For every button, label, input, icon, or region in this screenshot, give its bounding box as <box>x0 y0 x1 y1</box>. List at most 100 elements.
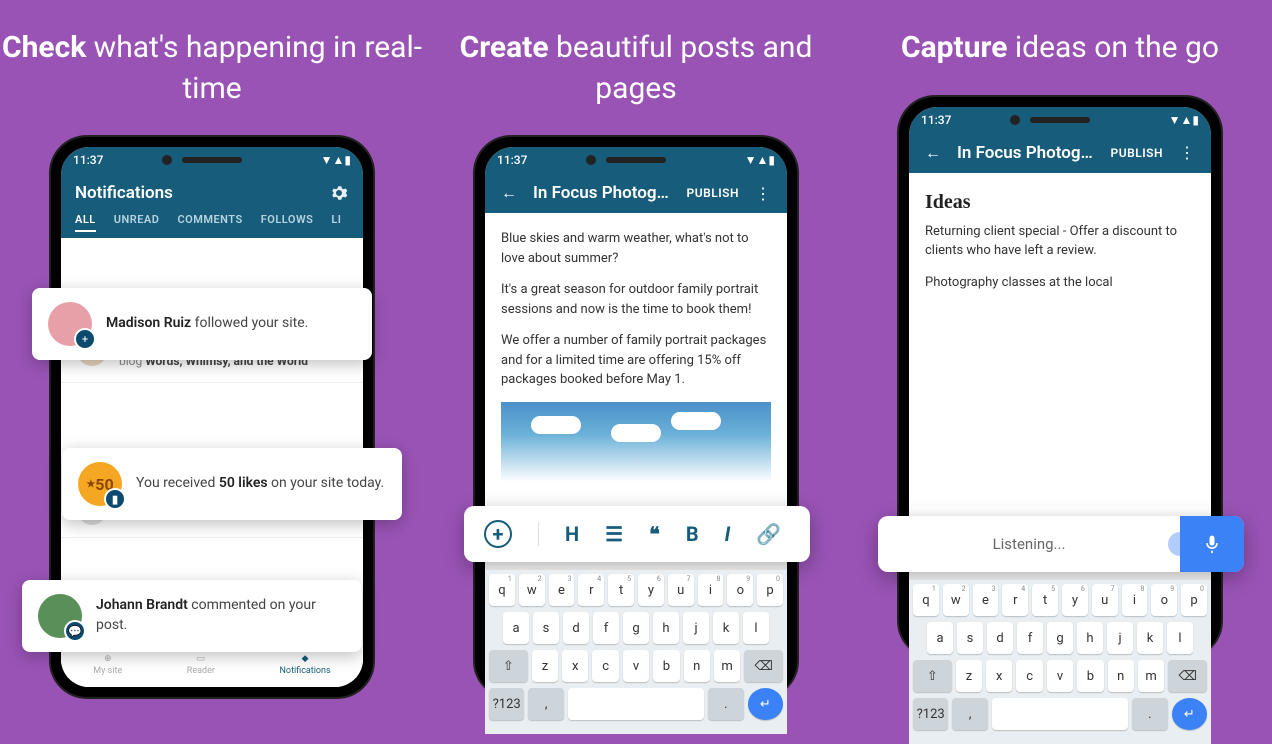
key[interactable]: q1 <box>489 574 515 606</box>
tab-all[interactable]: ALL <box>75 213 96 232</box>
key[interactable]: x <box>986 660 1012 692</box>
key[interactable]: o9 <box>1151 584 1177 616</box>
key[interactable]: u7 <box>1092 584 1118 616</box>
key[interactable]: t5 <box>608 574 634 606</box>
key[interactable]: z <box>956 660 982 692</box>
enter-key[interactable]: ↵ <box>1172 698 1207 730</box>
nav-mysite[interactable]: ⊕My site <box>93 654 122 676</box>
notification-card[interactable]: + Madison Ruiz followed your site. <box>32 288 372 360</box>
space-key[interactable] <box>568 688 704 720</box>
key[interactable]: g <box>1047 622 1073 654</box>
nav-reader[interactable]: ▭Reader <box>187 654 215 676</box>
post-body[interactable]: Returning client special - Offer a disco… <box>909 222 1211 321</box>
shift-key[interactable]: ⇧ <box>913 660 952 692</box>
key[interactable]: m <box>1138 660 1164 692</box>
tab-comments[interactable]: COMMENTS <box>177 213 242 232</box>
backspace-key[interactable]: ⌫ <box>744 650 783 682</box>
tab-likes[interactable]: LI <box>331 213 341 232</box>
key[interactable]: h <box>653 612 679 644</box>
key[interactable]: b <box>653 650 679 682</box>
post-body[interactable]: Blue skies and warm weather, what's not … <box>485 213 787 498</box>
key[interactable]: w2 <box>943 584 969 616</box>
key[interactable]: g <box>623 612 649 644</box>
key[interactable]: s <box>957 622 983 654</box>
key[interactable]: l <box>743 612 769 644</box>
key[interactable]: p0 <box>1181 584 1207 616</box>
key[interactable]: c <box>592 650 618 682</box>
key[interactable]: y6 <box>1062 584 1088 616</box>
back-icon[interactable]: ← <box>923 143 943 163</box>
key[interactable]: m <box>714 650 740 682</box>
key[interactable]: a <box>503 612 529 644</box>
notification-card[interactable]: 💬 Johann Brandt commented on your post. <box>22 580 362 652</box>
key[interactable]: p0 <box>757 574 783 606</box>
key[interactable]: z <box>532 650 558 682</box>
nav-notifications[interactable]: ◆Notifications <box>280 654 331 676</box>
key[interactable]: f <box>593 612 619 644</box>
key[interactable]: r4 <box>1002 584 1028 616</box>
key[interactable]: n <box>684 650 710 682</box>
key[interactable]: a <box>927 622 953 654</box>
key[interactable]: j <box>1107 622 1133 654</box>
keyboard[interactable]: q1w2e3r4t5y6u7i8o9p0 asdfghjkl ⇧zxcvbnm⌫… <box>485 570 787 734</box>
key[interactable]: y6 <box>638 574 664 606</box>
enter-key[interactable]: ↵ <box>748 688 783 720</box>
more-icon[interactable]: ⋮ <box>753 183 773 203</box>
key[interactable]: t5 <box>1032 584 1058 616</box>
key[interactable]: k <box>713 612 739 644</box>
headline-1: Check what's happening in real-time <box>0 28 424 109</box>
key[interactable]: q1 <box>913 584 939 616</box>
backspace-key[interactable]: ⌫ <box>1168 660 1207 692</box>
key[interactable]: n <box>1108 660 1134 692</box>
key[interactable]: d <box>563 612 589 644</box>
key[interactable]: e3 <box>549 574 575 606</box>
key[interactable]: u7 <box>668 574 694 606</box>
heading-button[interactable]: H <box>565 522 579 546</box>
back-icon[interactable]: ← <box>499 183 519 203</box>
list-button[interactable]: ☰ <box>605 522 623 546</box>
key[interactable]: i8 <box>1122 584 1148 616</box>
key[interactable]: s <box>533 612 559 644</box>
follow-badge-icon: + <box>74 328 96 350</box>
voice-input-bar: Listening... <box>878 516 1244 572</box>
key[interactable]: v <box>623 650 649 682</box>
key[interactable]: k <box>1137 622 1163 654</box>
key[interactable]: x <box>562 650 588 682</box>
quote-button[interactable]: ❝ <box>649 522 660 546</box>
notification-tabs[interactable]: ALL UNREAD COMMENTS FOLLOWS LI <box>61 213 363 238</box>
post-image[interactable] <box>501 402 771 482</box>
symbols-key[interactable]: ?123 <box>489 688 524 720</box>
key[interactable]: l <box>1167 622 1193 654</box>
key[interactable]: r4 <box>578 574 604 606</box>
tab-follows[interactable]: FOLLOWS <box>261 213 314 232</box>
publish-button[interactable]: PUBLISH <box>687 186 739 200</box>
publish-button[interactable]: PUBLISH <box>1111 146 1163 160</box>
more-icon[interactable]: ⋮ <box>1177 143 1197 163</box>
post-title[interactable]: Ideas <box>909 173 1211 222</box>
notification-card[interactable]: ★50 ▮ You received 50 likes on your site… <box>62 448 402 520</box>
key[interactable]: c <box>1016 660 1042 692</box>
symbols-key[interactable]: ?123 <box>913 698 948 730</box>
shift-key[interactable]: ⇧ <box>489 650 528 682</box>
key[interactable]: f <box>1017 622 1043 654</box>
key[interactable]: v <box>1047 660 1073 692</box>
app-bar: ← In Focus Photogra... PUBLISH ⋮ <box>909 133 1211 173</box>
mic-button[interactable] <box>1180 516 1244 572</box>
key[interactable]: d <box>987 622 1013 654</box>
key[interactable]: j <box>683 612 709 644</box>
keyboard[interactable]: q1w2e3r4t5y6u7i8o9p0 asdfghjkl ⇧zxcvbnm⌫… <box>909 580 1211 744</box>
italic-button[interactable]: I <box>725 522 731 546</box>
bold-button[interactable]: B <box>686 522 699 546</box>
space-key[interactable] <box>992 698 1128 730</box>
link-button[interactable]: 🔗 <box>756 522 781 546</box>
add-block-button[interactable]: + <box>484 520 512 548</box>
key[interactable]: b <box>1077 660 1103 692</box>
key[interactable]: w2 <box>519 574 545 606</box>
key[interactable]: o9 <box>727 574 753 606</box>
paragraph: We offer a number of family portrait pac… <box>501 331 771 390</box>
key[interactable]: h <box>1077 622 1103 654</box>
gear-icon[interactable] <box>329 183 349 203</box>
key[interactable]: e3 <box>973 584 999 616</box>
tab-unread[interactable]: UNREAD <box>114 213 160 232</box>
key[interactable]: i8 <box>698 574 724 606</box>
